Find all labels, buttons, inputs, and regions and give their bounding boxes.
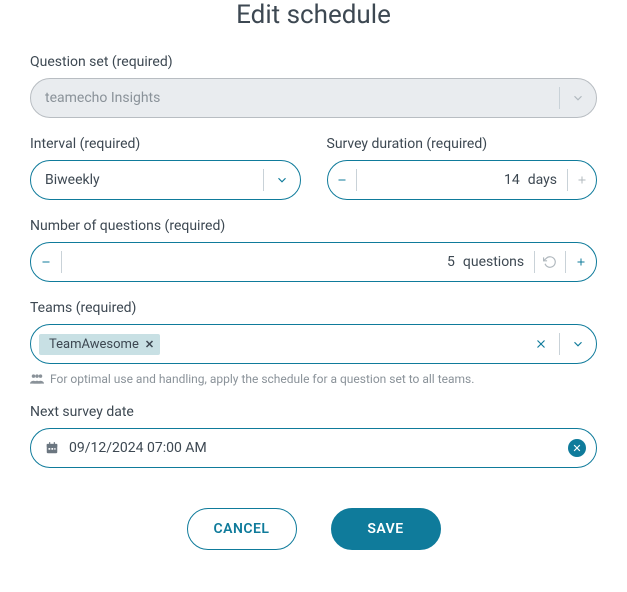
next-date-input[interactable]: 09/12/2024 07:00 AM ✕ bbox=[30, 428, 597, 468]
chevron-down-icon bbox=[560, 79, 596, 117]
teams-label: Teams (required) bbox=[30, 300, 597, 316]
num-questions-stepper[interactable]: 5 questions bbox=[30, 242, 597, 282]
team-chip: TeamAwesome ✕ bbox=[39, 334, 160, 355]
plus-icon[interactable] bbox=[566, 243, 596, 281]
reset-icon bbox=[535, 243, 565, 281]
teams-hint: For optimal use and handling, apply the … bbox=[30, 372, 597, 386]
page-title: Edit schedule bbox=[30, 0, 597, 30]
cancel-button[interactable]: CANCEL bbox=[187, 508, 297, 550]
teams-chip-area[interactable]: TeamAwesome ✕ bbox=[31, 325, 523, 363]
plus-icon bbox=[568, 161, 596, 199]
minus-icon[interactable] bbox=[328, 161, 356, 199]
num-questions-label: Number of questions (required) bbox=[30, 218, 597, 234]
next-date-value: 09/12/2024 07:00 AM bbox=[69, 440, 207, 456]
num-questions-value[interactable]: 5 bbox=[62, 243, 463, 281]
team-chip-label: TeamAwesome bbox=[49, 337, 139, 352]
question-set-label: Question set (required) bbox=[30, 54, 597, 70]
teams-hint-text: For optimal use and handling, apply the … bbox=[50, 372, 474, 386]
question-set-select: teamecho Insights bbox=[30, 78, 597, 118]
clear-icon[interactable] bbox=[523, 325, 559, 363]
num-questions-unit: questions bbox=[463, 243, 534, 281]
duration-stepper[interactable]: 14 days bbox=[327, 160, 598, 200]
interval-select[interactable]: Biweekly bbox=[30, 160, 301, 200]
chevron-down-icon[interactable] bbox=[560, 325, 596, 363]
users-icon bbox=[30, 373, 44, 385]
duration-label: Survey duration (required) bbox=[327, 136, 598, 152]
chevron-down-icon[interactable] bbox=[264, 161, 300, 199]
clear-date-icon[interactable]: ✕ bbox=[568, 439, 586, 457]
save-button[interactable]: SAVE bbox=[331, 508, 441, 550]
teams-select[interactable]: TeamAwesome ✕ bbox=[30, 324, 597, 364]
minus-icon[interactable] bbox=[31, 243, 61, 281]
interval-label: Interval (required) bbox=[30, 136, 301, 152]
next-date-label: Next survey date bbox=[30, 404, 597, 420]
duration-value[interactable]: 14 bbox=[357, 161, 528, 199]
question-set-value: teamecho Insights bbox=[31, 79, 559, 117]
interval-value: Biweekly bbox=[31, 161, 263, 199]
calendar-icon bbox=[45, 441, 59, 455]
remove-chip-icon[interactable]: ✕ bbox=[145, 338, 154, 351]
duration-unit: days bbox=[528, 161, 567, 199]
